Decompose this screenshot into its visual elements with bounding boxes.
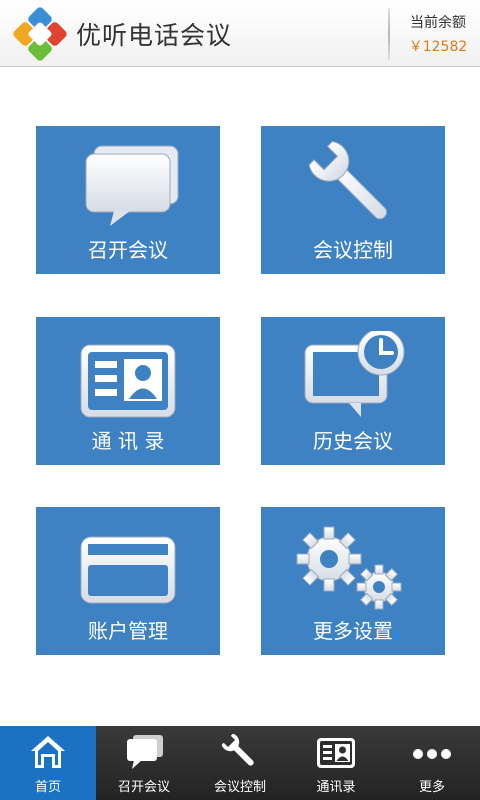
tile-contacts[interactable]: 通 讯 录 bbox=[36, 317, 220, 465]
home-icon bbox=[31, 736, 65, 768]
tab-label: 会议控制 bbox=[213, 780, 266, 795]
chat-bubbles-icon bbox=[85, 145, 179, 226]
tile-more-settings[interactable]: 更多设置 bbox=[261, 507, 445, 655]
tab-contacts[interactable]: 通讯录 bbox=[288, 726, 384, 800]
tab-conference-control[interactable]: 会议控制 bbox=[192, 726, 288, 800]
app-header: 优听电话会议 当前余额 ￥12582 bbox=[0, 0, 480, 67]
tab-label: 通讯录 bbox=[316, 780, 356, 795]
tile-start-conference[interactable]: 召开会议 bbox=[36, 126, 220, 274]
tab-start-conference[interactable]: 召开会议 bbox=[96, 726, 192, 800]
credit-card-icon bbox=[80, 536, 176, 604]
wrench-icon bbox=[221, 734, 254, 766]
app-logo-icon bbox=[13, 7, 67, 61]
clock-screen-icon bbox=[304, 331, 405, 417]
tile-label: 会议控制 bbox=[313, 238, 393, 262]
header-divider bbox=[388, 8, 390, 60]
tile-conference-control[interactable]: 会议控制 bbox=[261, 126, 445, 274]
more-dots-icon bbox=[413, 749, 451, 759]
tile-label: 更多设置 bbox=[313, 619, 393, 643]
tile-account-management[interactable]: 账户管理 bbox=[36, 507, 220, 655]
tile-label: 账户管理 bbox=[88, 619, 168, 643]
bottom-tab-bar: 首页 召开会议 会议控制 通讯录 更多 bbox=[0, 726, 480, 800]
tab-label: 召开会议 bbox=[117, 780, 170, 795]
tab-label: 首页 bbox=[34, 780, 61, 795]
app-title: 优听电话会议 bbox=[76, 21, 233, 50]
gears-icon bbox=[296, 526, 402, 610]
tab-home[interactable]: 首页 bbox=[0, 726, 96, 800]
tile-label: 通 讯 录 bbox=[91, 429, 165, 453]
wrench-icon bbox=[308, 140, 388, 220]
chat-icon bbox=[127, 735, 163, 769]
tile-conference-history[interactable]: 历史会议 bbox=[261, 317, 445, 465]
tile-label: 历史会议 bbox=[313, 429, 393, 453]
tab-more[interactable]: 更多 bbox=[384, 726, 480, 800]
contact-card-icon bbox=[80, 344, 176, 418]
balance-value: ￥12582 bbox=[408, 39, 468, 55]
contact-card-icon bbox=[317, 738, 355, 768]
tab-label: 更多 bbox=[418, 780, 445, 795]
tile-label: 召开会议 bbox=[88, 238, 168, 262]
balance-label: 当前余额 bbox=[410, 15, 466, 31]
